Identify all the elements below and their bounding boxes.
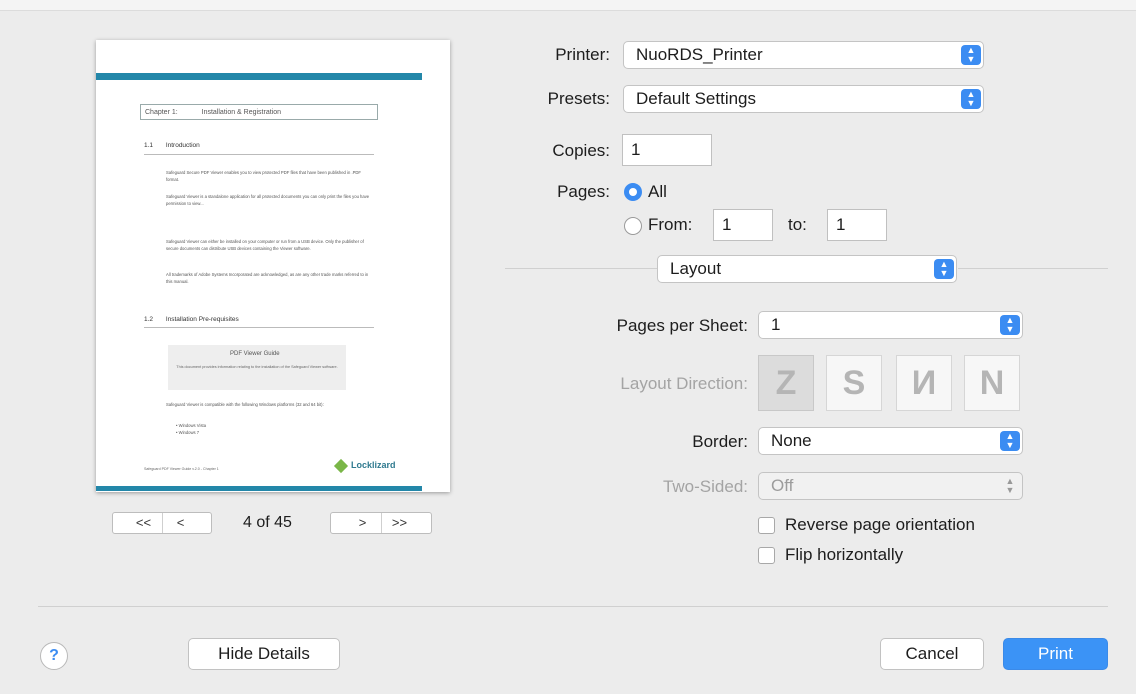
two-sided-value: Off [771, 476, 794, 495]
preview-section-number: 1.2 [144, 316, 154, 323]
layout-direction-z-button[interactable]: Z [758, 355, 814, 411]
border-label: Border: [692, 432, 748, 451]
border-value: None [771, 431, 812, 450]
printer-value: NuoRDS_Printer [636, 45, 763, 64]
preview-footer: Safeguard PDF Viewer Guide v.2.0 - Chapt… [144, 467, 219, 471]
page-status: 4 of 45 [243, 514, 292, 531]
pages-per-sheet-value: 1 [771, 315, 781, 334]
cancel-button[interactable]: Cancel [880, 638, 984, 670]
footer-separator [38, 606, 1108, 607]
preview-chapter-box: Chapter 1: Installation & Registration [140, 104, 378, 120]
preview-figure-logo: PDF Viewer Guide [230, 351, 280, 357]
copies-label: Copies: [552, 141, 610, 160]
preview-paragraph: Safeguard Secure PDF Viewer enables you … [166, 170, 361, 182]
two-sided-popup: Off ▲ ▼ [758, 472, 1023, 500]
copies-field[interactable]: 1 [622, 134, 712, 166]
page-preview: Chapter 1: Installation & Registration 1… [96, 40, 450, 492]
section-popup-value: Layout [670, 259, 722, 278]
preview-paragraph: All trademarks of Adobe Systems Incorpor… [166, 272, 369, 284]
border-popup[interactable]: None ▲ ▼ [758, 427, 1023, 455]
dialog-top-edge [0, 0, 1136, 11]
popup-arrows-icon: ▲ ▼ [1005, 476, 1015, 495]
preview-bullet: Windows Vista [178, 423, 207, 428]
pager-forward-group: > >> [330, 512, 432, 534]
printer-label: Printer: [555, 45, 610, 64]
reverse-orientation-checkbox[interactable] [758, 517, 775, 534]
flip-horizontally-label: Flip horizontally [785, 545, 904, 564]
preview-rule [144, 154, 374, 155]
hide-details-button[interactable]: Hide Details [188, 638, 340, 670]
popup-arrows-icon: ▲ ▼ [961, 45, 981, 65]
presets-value: Default Settings [636, 89, 757, 108]
preview-section-title: Introduction [165, 142, 200, 149]
preview-brand-logo: Locklizard [333, 458, 396, 473]
pager-back-group: << < [112, 512, 212, 534]
popup-arrows-icon: ▲ ▼ [1000, 431, 1020, 451]
separator [505, 268, 657, 269]
pages-to-label: to: [788, 215, 807, 234]
pages-to-field[interactable]: 1 [827, 209, 887, 241]
preview-brand-name: Locklizard [351, 460, 396, 470]
pages-from-field[interactable]: 1 [713, 209, 773, 241]
pages-from-label: From: [648, 215, 693, 234]
printer-popup[interactable]: NuoRDS_Printer ▲ ▼ [623, 41, 984, 69]
preview-section-number: 1.1 [144, 142, 154, 149]
previous-page-button[interactable]: < [163, 513, 199, 533]
preview-chapter-number: Chapter 1: [145, 109, 178, 116]
preview-figure-caption: This document provides information relat… [176, 365, 338, 369]
preview-section-title: Installation Pre-requisites [165, 316, 239, 323]
pages-per-sheet-popup[interactable]: 1 ▲ ▼ [758, 311, 1023, 339]
preview-header-bar [96, 73, 422, 80]
layout-direction-n-reverse-button[interactable]: N [896, 355, 952, 411]
preview-section-heading: 1.2 Installation Pre-requisites [144, 316, 239, 323]
first-page-button[interactable]: << [126, 513, 162, 533]
next-page-button[interactable]: > [345, 513, 381, 533]
preview-bullet-list: • Windows Vista • Windows 7 [176, 423, 207, 435]
preview-section-heading: 1.1 Introduction [144, 142, 200, 149]
preview-bullet: Windows 7 [178, 430, 200, 435]
brand-mark-icon [333, 458, 349, 473]
section-popup[interactable]: Layout ▲ ▼ [657, 255, 957, 283]
pages-all-label: All [648, 182, 667, 201]
presets-popup[interactable]: Default Settings ▲ ▼ [623, 85, 984, 113]
help-button[interactable]: ? [40, 642, 68, 670]
preview-chapter-title: Installation & Registration [201, 109, 282, 116]
popup-arrows-icon: ▲ ▼ [934, 259, 954, 279]
layout-direction-n-button[interactable]: N [964, 355, 1020, 411]
preview-footer-bar [96, 486, 422, 491]
separator [958, 268, 1108, 269]
preview-paragraph: Safeguard Viewer is compatible with the … [166, 402, 324, 407]
pages-all-radio[interactable] [624, 183, 642, 201]
preview-paragraph: Safeguard Viewer is a standalone applica… [166, 194, 370, 206]
preview-figure: PDF Viewer Guide This document provides … [168, 345, 346, 390]
preview-paragraph: Safeguard Viewer can either be installed… [166, 239, 364, 251]
layout-direction-s-button[interactable]: S [826, 355, 882, 411]
last-page-button[interactable]: >> [382, 513, 418, 533]
reverse-orientation-label: Reverse page orientation [785, 515, 975, 534]
two-sided-label: Two-Sided: [662, 477, 748, 496]
presets-label: Presets: [547, 89, 610, 108]
pages-range-radio[interactable] [624, 217, 642, 235]
pages-per-sheet-label: Pages per Sheet: [616, 316, 748, 335]
popup-arrows-icon: ▲ ▼ [961, 89, 981, 109]
preview-rule [144, 327, 374, 328]
layout-direction-label: Layout Direction: [620, 374, 748, 393]
flip-horizontally-checkbox[interactable] [758, 547, 775, 564]
popup-arrows-icon: ▲ ▼ [1000, 315, 1020, 335]
print-button[interactable]: Print [1003, 638, 1108, 670]
pages-label: Pages: [557, 182, 610, 201]
